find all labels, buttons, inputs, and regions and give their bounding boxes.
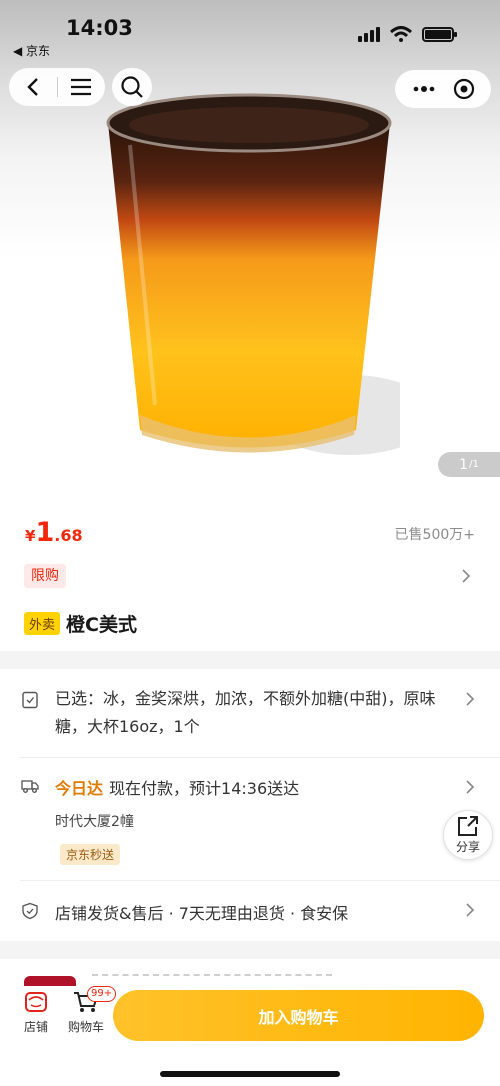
cart-badge: 99+ (87, 986, 117, 1002)
chevron-right-icon (466, 692, 475, 706)
add-to-cart-button[interactable]: 加入购物车 (113, 990, 484, 1041)
hamburger-icon (71, 78, 92, 96)
product-gallery[interactable]: 14:03 ◀ 京东 1 /1 (0, 0, 500, 490)
signal-icon (358, 26, 380, 42)
more-icon[interactable] (412, 85, 436, 93)
wifi-icon (390, 26, 412, 42)
chevron-right-icon (466, 903, 475, 917)
store-info-partial (92, 974, 332, 982)
selection-icon (22, 691, 38, 709)
delivery-time-text: 现在付款，预计14:36送达 (109, 779, 300, 798)
sold-count: 已售500万+ (394, 527, 475, 543)
battery-icon (422, 26, 457, 42)
delivery-row[interactable]: 今日达 现在付款，预计14:36送达 时代大厦2幢 京东秒送 (0, 775, 500, 870)
chevron-right-icon (466, 780, 475, 794)
chevron-left-icon (27, 78, 38, 96)
miniapp-capsule (395, 70, 491, 108)
selection-row[interactable]: 已选：冰，金奖深烘，加浓，不额外加糖(中甜)，原味糖，大杯16oz，1个 (0, 685, 500, 745)
price-integer: 1 (35, 517, 55, 548)
share-label: 分享 (455, 840, 480, 854)
close-target-icon[interactable] (453, 78, 475, 100)
image-total: /1 (469, 459, 479, 470)
truck-icon (21, 780, 39, 793)
chevron-right-icon (462, 569, 471, 583)
section-gap (0, 651, 500, 669)
currency-symbol: ¥ (25, 527, 36, 545)
delivery-address: 时代大厦2幢 (55, 814, 134, 830)
product-image (106, 93, 400, 455)
store-label: 店铺 (23, 1020, 48, 1034)
image-index: 1 (459, 456, 469, 473)
home-indicator (160, 1071, 340, 1077)
divider (20, 880, 500, 881)
promotion-row[interactable]: 限购 (24, 564, 476, 590)
price-decimal: .68 (54, 526, 83, 545)
selection-text: 已选：冰，金奖深烘，加浓，不额外加糖(中甜)，原味糖，大杯16oz，1个 (55, 689, 436, 736)
nav-pill (9, 68, 105, 106)
store-button[interactable]: 店铺 (14, 990, 58, 1035)
back-to-app-link[interactable]: ◀ 京东 (13, 42, 50, 59)
divider (20, 757, 500, 758)
status-time: 14:03 (66, 16, 133, 40)
product-name: 橙C美式 (66, 613, 137, 636)
status-bar: 14:03 ◀ 京东 (0, 0, 500, 62)
back-button[interactable] (9, 68, 57, 106)
status-icons (358, 26, 457, 42)
menu-button[interactable] (57, 68, 105, 106)
price-row: ¥1.68 已售500万+ (25, 517, 475, 552)
jd-express-tag: 京东秒送 (60, 844, 121, 865)
cart-label: 购物车 (67, 1020, 104, 1034)
today-badge: 今日达 (55, 779, 104, 798)
delivery-estimate: 今日达 现在付款，预计14:36送达 (55, 775, 299, 799)
service-text: 店铺发货&售后 · 7天无理由退货 · 食安保 (55, 904, 349, 923)
shield-icon (22, 902, 38, 920)
search-button[interactable] (112, 68, 152, 106)
share-icon (458, 816, 478, 836)
share-button[interactable]: 分享 (443, 810, 493, 860)
cart-button[interactable]: 99+ 购物车 (63, 986, 117, 1035)
search-icon (121, 76, 143, 98)
store-icon (25, 992, 47, 1012)
service-row[interactable]: 店铺发货&售后 · 7天无理由退货 · 食安保 (0, 900, 500, 924)
product-title-row: 外卖 橙C美式 (24, 609, 476, 637)
takeout-tag: 外卖 (24, 611, 61, 635)
limit-tag: 限购 (24, 564, 66, 588)
price: ¥1.68 (25, 517, 83, 548)
section-gap (0, 941, 500, 959)
image-counter: 1/1 (438, 452, 500, 477)
